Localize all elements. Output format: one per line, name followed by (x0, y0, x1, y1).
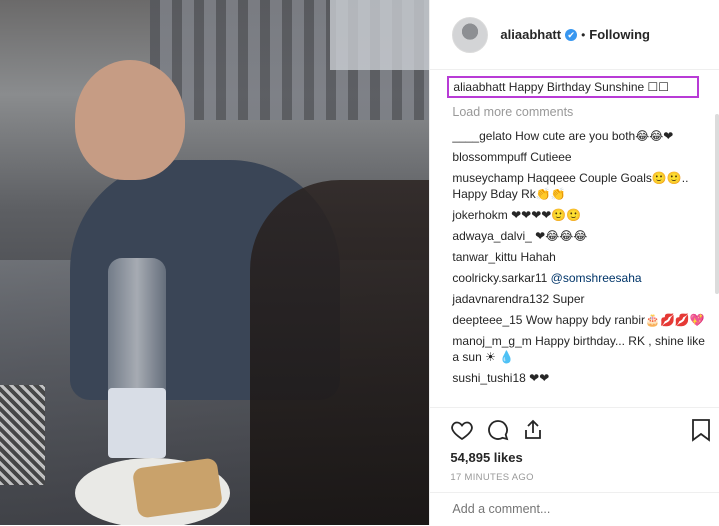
add-comment-input[interactable] (450, 501, 695, 517)
instagram-post: aliaabhatt ✔ • Following aliaabhatt Happ… (0, 0, 719, 525)
heart-icon[interactable] (450, 418, 474, 442)
comment-icon[interactable] (486, 418, 510, 442)
header-separator: • (581, 27, 586, 42)
caption-text: Happy Birthday Sunshine ☐☐ (508, 80, 670, 94)
photo-basket (0, 385, 45, 485)
caption: aliaabhatt Happy Birthday Sunshine ☐☐ (447, 76, 700, 98)
comment-username[interactable]: tanwar_kittu (452, 250, 517, 264)
share-icon[interactable] (521, 418, 545, 442)
bookmark-icon[interactable] (690, 418, 712, 442)
comment-item: jokerhokm ❤❤❤❤🙂🙂 (452, 207, 708, 223)
comment-item: tanwar_kittu Hahah (452, 249, 708, 265)
avatar[interactable] (452, 16, 489, 53)
comments-scrollbar[interactable] (715, 74, 719, 404)
comment-text: Hahah (520, 250, 556, 264)
comment-username[interactable]: jadavnarendra132 (452, 292, 549, 306)
comment-text: How cute are you both😂😂❤ (515, 129, 674, 143)
action-icons (450, 418, 712, 444)
comment-mention-link[interactable]: @somshreesaha (551, 271, 642, 285)
photo-can (108, 388, 166, 458)
comment-item: adwaya_dalvi_ ❤😂😂😂 (452, 228, 708, 244)
comment-text: ❤😂😂😂 (535, 229, 588, 243)
comment-text: ❤❤❤❤🙂🙂 (511, 208, 582, 222)
comment-username[interactable]: manoj_m_g_m (452, 334, 531, 348)
comment-item: sushi_tushi18 ❤❤ (452, 370, 708, 386)
comment-text: Super (552, 292, 585, 306)
comment-username[interactable]: blossommpuff (452, 150, 526, 164)
comment-username[interactable]: coolricky.sarkar11 (452, 271, 547, 285)
comment-username[interactable]: deepteee_15 (452, 313, 522, 327)
comment-username[interactable]: sushi_tushi18 (452, 371, 525, 385)
post-header: aliaabhatt ✔ • Following (430, 0, 719, 70)
add-comment-bar (430, 492, 719, 526)
comment-text: Cutieee (530, 150, 572, 164)
photo-hair (250, 180, 430, 525)
comment-username[interactable]: adwaya_dalvi_ (452, 229, 531, 243)
photo-person-face (75, 60, 185, 180)
post-sidebar: aliaabhatt ✔ • Following aliaabhatt Happ… (429, 0, 719, 525)
comment-item: deepteee_15 Wow happy bdy ranbir🎂💋💋💖 (452, 312, 708, 328)
post-photo[interactable] (0, 0, 430, 525)
comment-item: museychamp Haqqeee Couple Goals🙂🙂.. Happ… (452, 170, 708, 202)
comment-text: ❤❤ (529, 371, 550, 385)
likes-count[interactable]: 54,895 likes (450, 450, 522, 465)
verified-badge-icon: ✔ (565, 28, 578, 41)
comment-username[interactable]: jokerhokm (452, 208, 507, 222)
following-button[interactable]: Following (589, 27, 650, 42)
post-timestamp[interactable]: 17 MINUTES AGO (450, 472, 533, 483)
photo-sky (330, 0, 430, 70)
comment-item: jadavnarendra132 Super (452, 291, 708, 307)
comment-username[interactable]: ____gelato (452, 129, 511, 143)
comment-item: coolricky.sarkar11 @somshreesaha (452, 270, 708, 286)
comments-list: aliaabhatt Happy Birthday Sunshine ☐☐ Lo… (446, 76, 712, 391)
comment-item: manoj_m_g_m Happy birthday... RK , shine… (452, 333, 708, 365)
comment-item: blossommpuff Cutieee (452, 149, 708, 165)
comment-item: ____gelato How cute are you both😂😂❤ (452, 128, 708, 144)
caption-username[interactable]: aliaabhatt (453, 80, 505, 94)
comment-username[interactable]: museychamp (452, 171, 523, 185)
header-username[interactable]: aliaabhatt (500, 27, 561, 42)
load-more-comments-button[interactable]: Load more comments (452, 104, 712, 120)
scrollbar-thumb[interactable] (715, 114, 719, 294)
comment-text: Wow happy bdy ranbir🎂💋💋💖 (525, 313, 705, 327)
